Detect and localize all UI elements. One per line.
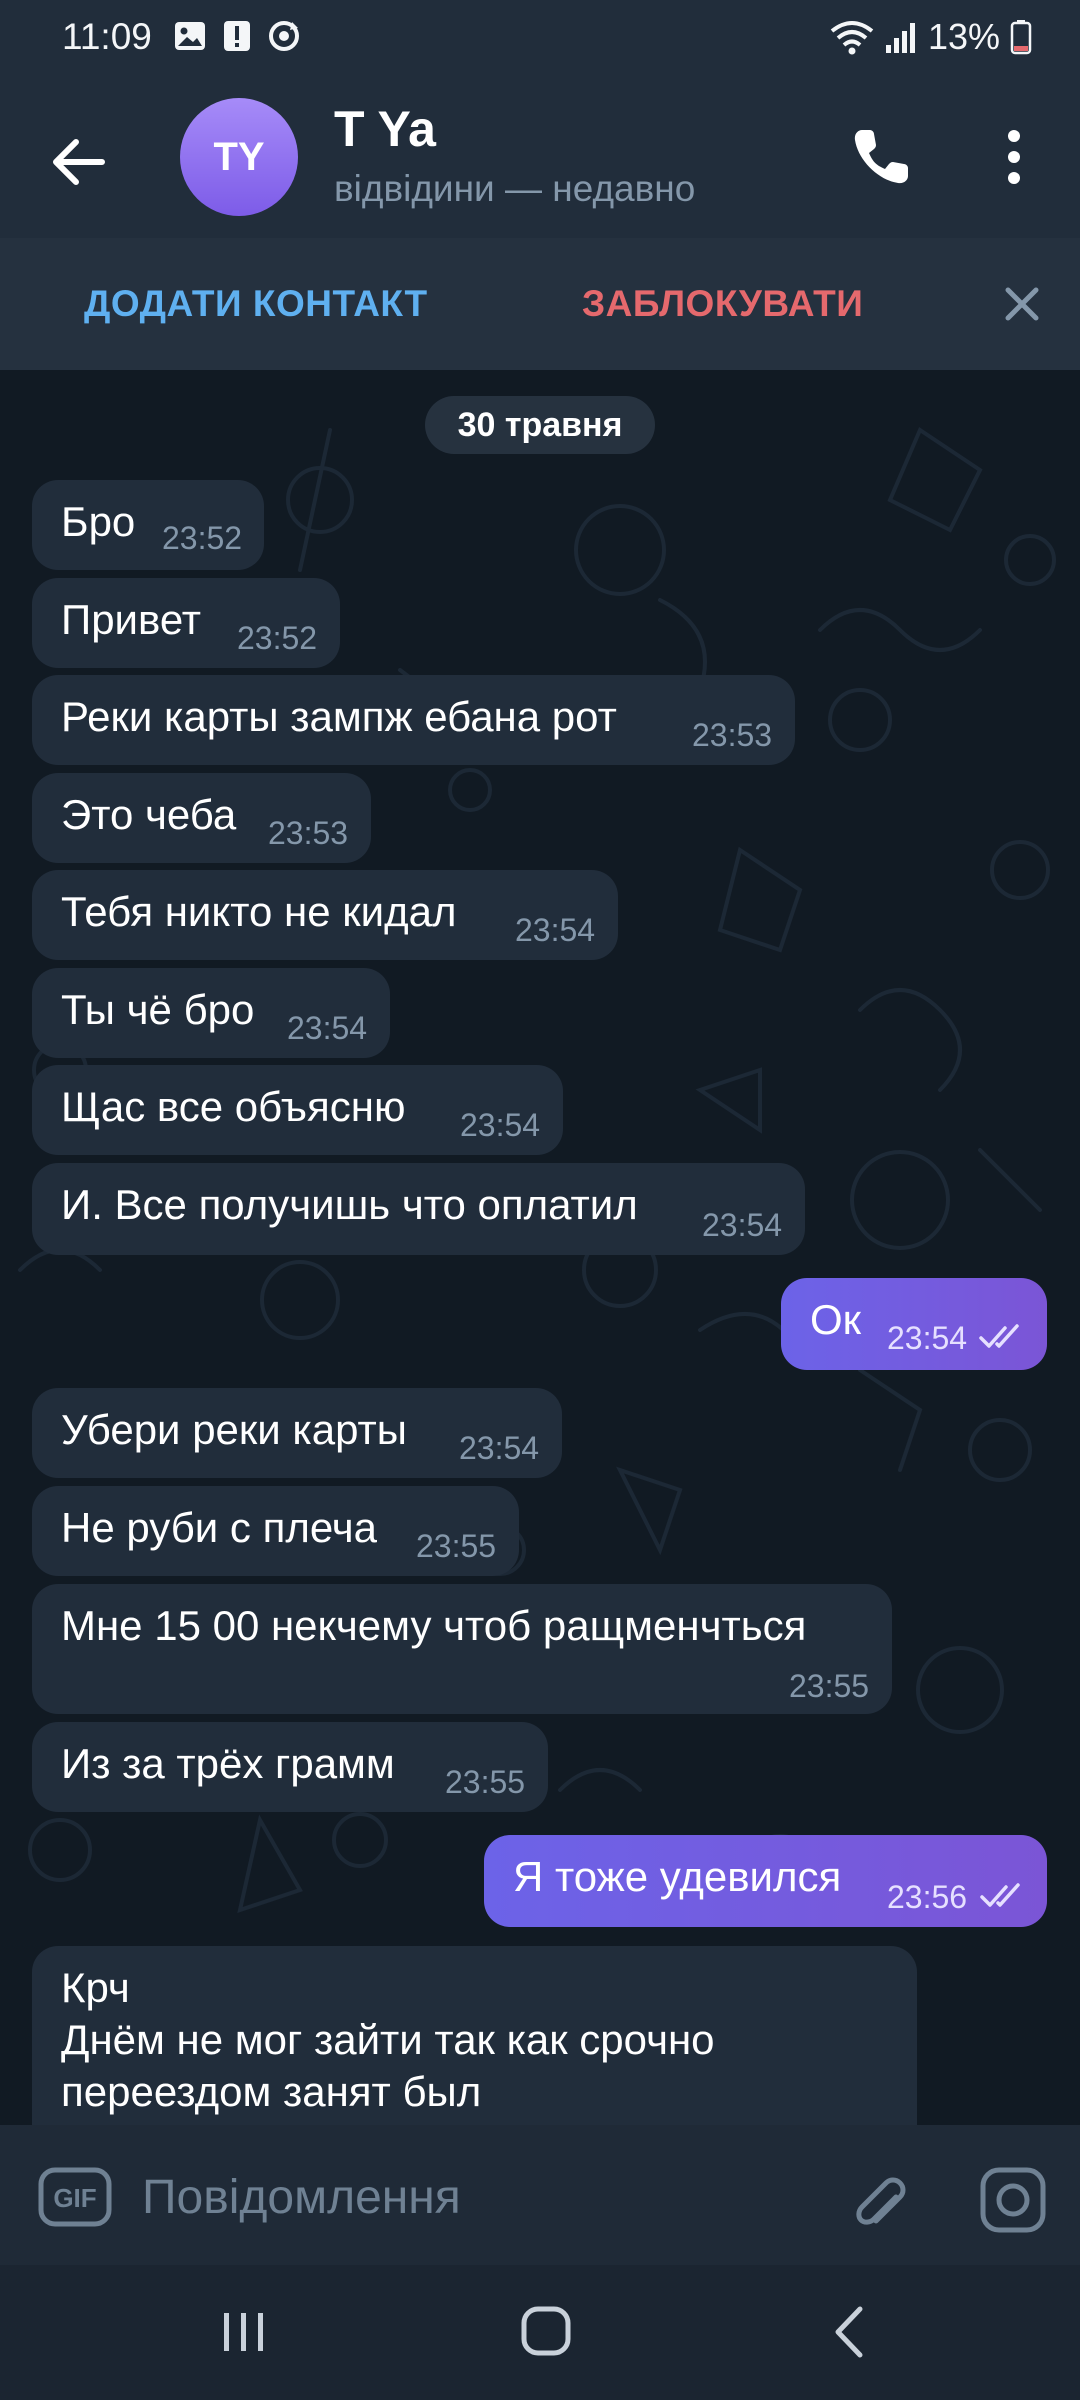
message-text: Я тоже удевился <box>513 1853 842 1900</box>
message-text: Бро <box>61 498 136 545</box>
message-text: Мне 15 00 некчему чтоб ращменчться <box>61 1602 807 1649</box>
message-incoming[interactable]: Привет 23:52 <box>32 578 340 668</box>
message-text: Убери реки карты <box>61 1406 407 1453</box>
back-arrow-icon[interactable] <box>42 126 114 198</box>
gif-icon[interactable]: GIF <box>38 2167 112 2227</box>
message-line: Днём не мог зайти так как срочно <box>61 2016 715 2063</box>
block-user-button[interactable]: ЗАБЛОКУВАТИ <box>582 283 863 325</box>
message-outgoing[interactable]: Я тоже удевился 23:56 <box>484 1835 1047 1927</box>
message-incoming[interactable]: Тебя никто не кидал 23:54 <box>32 870 618 960</box>
message-time: 23:55 <box>445 1764 526 1800</box>
battery-icon <box>1010 20 1032 55</box>
wifi-icon <box>830 21 874 55</box>
attach-icon[interactable] <box>846 2165 912 2231</box>
system-navigation-bar <box>0 2265 1080 2400</box>
message-text: Ок <box>810 1296 862 1343</box>
message-time: 23:52 <box>162 520 243 556</box>
message-incoming[interactable]: Ты чё бро 23:54 <box>32 968 390 1058</box>
close-icon[interactable] <box>996 278 1048 330</box>
message-text: Щас все объясню <box>61 1083 406 1130</box>
message-text: Тебя никто не кидал <box>61 888 457 935</box>
message-time: 23:54 <box>459 1430 540 1466</box>
recent-apps-icon[interactable] <box>218 2307 270 2357</box>
message-text: И. Все получишь что оплатил <box>61 1181 638 1228</box>
message-incoming[interactable]: Щас все объясню 23:54 <box>32 1065 563 1155</box>
message-time: 23:55 <box>416 1528 497 1564</box>
message-line: переездом занят был <box>61 2068 482 2115</box>
notification-icons <box>172 18 302 54</box>
message-text: Не руби с плеча <box>61 1504 378 1551</box>
read-checkmarks-icon <box>980 1883 1020 1907</box>
system-indicators: 13% <box>830 16 1032 58</box>
message-incoming[interactable]: Не руби с плеча 23:55 <box>32 1486 519 1576</box>
message-incoming[interactable]: Крч Днём не мог зайти так как срочно пер… <box>32 1946 917 2125</box>
signal-icon <box>885 23 915 53</box>
chat-messages[interactable]: 30 травня Бро 23:52 Привет 23:52 Реки ка… <box>0 370 1080 2125</box>
battery-percent: 13% <box>927 16 1000 57</box>
chat-header: TY T Ya відвідини — недавно <box>0 78 1080 238</box>
message-time: 23:55 <box>789 1668 870 1704</box>
message-time: 23:54 <box>460 1107 541 1143</box>
message-incoming[interactable]: Из за трёх грамм 23:55 <box>32 1722 548 1812</box>
message-time: 23:54 <box>887 1320 968 1356</box>
status-time: 11:09 <box>62 16 152 57</box>
message-incoming[interactable]: Это чеба 23:53 <box>32 773 371 863</box>
status-bar: 11:09 13% <box>0 0 1080 78</box>
message-input-bar: GIF <box>0 2125 1080 2265</box>
message-time: 23:54 <box>287 1010 368 1046</box>
phone-call-icon[interactable] <box>846 122 916 192</box>
contact-avatar[interactable]: TY <box>180 98 298 216</box>
svg-text:GIF: GIF <box>53 2183 96 2213</box>
message-text: Привет <box>61 596 202 643</box>
message-time: 23:54 <box>515 912 596 948</box>
alert-icon <box>224 21 250 51</box>
add-contact-button[interactable]: ДОДАТИ КОНТАКТ <box>84 283 428 325</box>
message-incoming[interactable]: Убери реки карты 23:54 <box>32 1388 562 1478</box>
nav-back-icon[interactable] <box>830 2305 870 2359</box>
message-text: Из за трёх грамм <box>61 1740 395 1787</box>
message-input[interactable] <box>140 2157 824 2237</box>
message-text: Это чеба <box>61 791 237 838</box>
message-time: 23:56 <box>887 1879 968 1915</box>
sync-icon <box>269 21 299 51</box>
message-time: 23:54 <box>702 1207 783 1243</box>
message-time: 23:53 <box>692 717 773 753</box>
message-text: Реки карты зампж ебана рот <box>61 693 617 740</box>
camera-icon[interactable] <box>978 2165 1048 2235</box>
message-incoming[interactable]: И. Все получишь что оплатил 23:54 <box>32 1163 805 1255</box>
date-separator: 30 травня <box>425 396 655 454</box>
message-line: Крч <box>61 1964 130 2011</box>
more-options-icon[interactable] <box>994 122 1034 192</box>
message-time: 23:52 <box>237 620 318 656</box>
message-text: Ты чё бро <box>61 986 255 1033</box>
contact-action-bar: ДОДАТИ КОНТАКТ ЗАБЛОКУВАТИ <box>0 238 1080 370</box>
message-incoming[interactable]: Реки карты зампж ебана рот 23:53 <box>32 675 795 765</box>
contact-last-seen: відвідини — недавно <box>334 168 696 209</box>
contact-name[interactable]: T Ya <box>334 100 436 158</box>
image-icon <box>175 22 205 50</box>
message-incoming[interactable]: Бро 23:52 <box>32 480 264 570</box>
message-time: 23:53 <box>268 815 349 851</box>
message-outgoing[interactable]: Ок 23:54 <box>781 1278 1047 1370</box>
read-checkmarks-icon <box>979 1324 1019 1348</box>
home-icon[interactable] <box>520 2305 572 2357</box>
message-incoming[interactable]: Мне 15 00 некчему чтоб ращменчться 23:55 <box>32 1584 892 1714</box>
